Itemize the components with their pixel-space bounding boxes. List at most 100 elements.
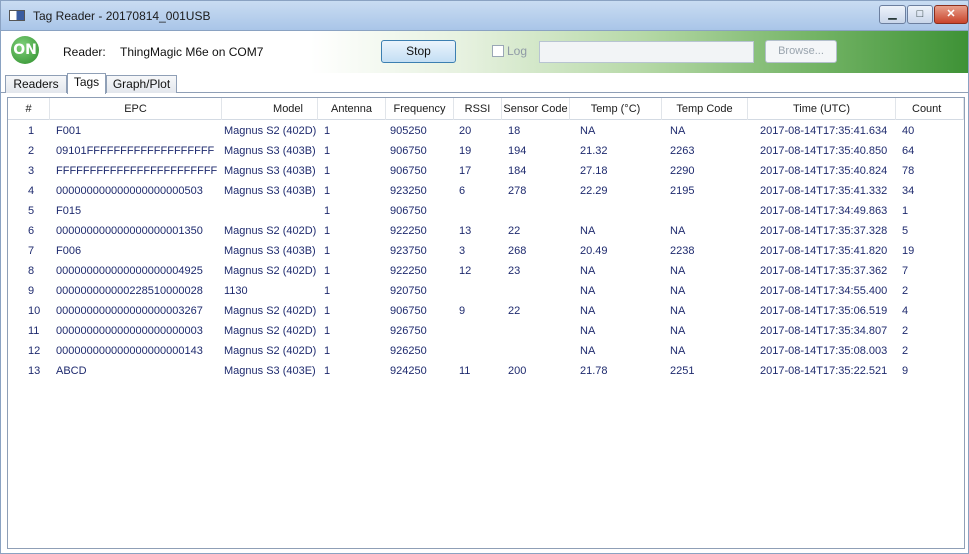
cell-antenna: 1 <box>324 165 331 177</box>
cell-antenna: 1 <box>324 285 331 297</box>
cell-epc: 000000000000000000004925 <box>56 265 203 277</box>
cell-rssi: 19 <box>459 145 472 157</box>
cell-temp-code: 2251 <box>670 365 695 377</box>
col-header-frequency[interactable]: Frequency <box>386 98 454 120</box>
cell-temp: NA <box>580 285 596 297</box>
cell-temp: 21.78 <box>580 365 608 377</box>
cell-epc: 000000000000000000000003 <box>56 325 203 337</box>
cell-index: 10 <box>28 305 41 317</box>
cell-epc: ABCD <box>56 365 87 377</box>
col-header-count[interactable]: Count <box>896 98 964 120</box>
cell-count: 78 <box>902 165 915 177</box>
tab-graph-plot[interactable]: Graph/Plot <box>106 75 177 93</box>
col-header-epc[interactable]: EPC <box>50 98 222 120</box>
cell-antenna: 1 <box>324 265 331 277</box>
cell-rssi <box>454 281 502 301</box>
tags-grid[interactable]: # EPC Model Antenna Frequency RSSI Senso… <box>7 97 965 549</box>
stop-button[interactable]: Stop <box>381 40 456 63</box>
cell-temp: NA <box>580 125 596 137</box>
cell-epc: F015 <box>56 205 82 217</box>
cell-sensor-code: 278 <box>508 185 527 197</box>
table-row[interactable]: 1 F001 Magnus S2 (402D) 1 905250 20 18 N… <box>8 121 964 141</box>
tab-tags[interactable]: Tags <box>67 73 106 94</box>
cell-temp: NA <box>580 345 596 357</box>
table-row[interactable]: 7 F006 Magnus S3 (403B) 1 923750 3 268 2… <box>8 241 964 261</box>
table-row[interactable]: 4 000000000000000000000503 Magnus S3 (40… <box>8 181 964 201</box>
cell-frequency: 906750 <box>390 165 427 177</box>
cell-frequency: 922250 <box>390 265 427 277</box>
cell-antenna: 1 <box>324 245 331 257</box>
cell-frequency: 922250 <box>390 225 427 237</box>
cell-count: 40 <box>902 125 915 137</box>
cell-time: 2017-08-14T17:35:34.807 <box>760 325 888 337</box>
cell-epc: 000000000000000000000143 <box>56 345 203 357</box>
table-row[interactable]: 6 000000000000000000001350 Magnus S2 (40… <box>8 221 964 241</box>
title-bar[interactable]: Tag Reader - 20170814_001USB ▁ □ ✕ <box>1 1 968 31</box>
cell-antenna: 1 <box>324 185 331 197</box>
grid-rows: 1 F001 Magnus S2 (402D) 1 905250 20 18 N… <box>8 121 964 381</box>
col-header-model[interactable]: Model <box>222 98 318 120</box>
close-button[interactable]: ✕ <box>934 5 968 24</box>
window-title: Tag Reader - 20170814_001USB <box>33 9 211 23</box>
cell-count: 7 <box>902 265 909 277</box>
table-row[interactable]: 12 000000000000000000000143 Magnus S2 (4… <box>8 341 964 361</box>
cell-temp: 20.49 <box>580 245 608 257</box>
table-row[interactable]: 11 000000000000000000000003 Magnus S2 (4… <box>8 321 964 341</box>
cell-time: 2017-08-14T17:35:08.003 <box>760 345 888 357</box>
reader-value: ThingMagic M6e on COM7 <box>120 45 264 59</box>
browse-button[interactable]: Browse... <box>765 40 837 63</box>
table-row[interactable]: 5 F015 1 906750 2017-08-14T17:34:49.863 … <box>8 201 964 221</box>
cell-model: Magnus S2 (402D) <box>224 345 317 357</box>
cell-temp-code: NA <box>670 325 686 337</box>
log-path-input[interactable] <box>539 41 754 63</box>
table-row[interactable]: 10 000000000000000000003267 Magnus S2 (4… <box>8 301 964 321</box>
cell-frequency: 906750 <box>390 145 427 157</box>
cell-temp-code: 2238 <box>670 245 695 257</box>
cell-rssi: 9 <box>459 305 466 317</box>
cell-antenna: 1 <box>324 225 331 237</box>
cell-temp-code: 2195 <box>670 185 695 197</box>
cell-sensor-code: 268 <box>508 245 527 257</box>
cell-rssi: 6 <box>459 185 466 197</box>
col-header-sensor-code[interactable]: Sensor Code <box>502 98 570 120</box>
tab-readers[interactable]: Readers <box>5 75 67 93</box>
cell-time: 2017-08-14T17:34:55.400 <box>760 285 888 297</box>
col-header-antenna[interactable]: Antenna <box>318 98 386 120</box>
table-row[interactable]: 8 000000000000000000004925 Magnus S2 (40… <box>8 261 964 281</box>
cell-sensor-code <box>502 321 570 341</box>
cell-sensor-code: 194 <box>508 145 527 157</box>
table-row[interactable]: 9 000000000000228510000028 1130 1 920750… <box>8 281 964 301</box>
app-icon <box>9 10 25 21</box>
cell-rssi: 12 <box>459 265 472 277</box>
cell-index: 1 <box>28 125 35 137</box>
maximize-button[interactable]: □ <box>907 5 933 24</box>
cell-model: Magnus S2 (402D) <box>224 225 317 237</box>
table-row[interactable]: 2 09101FFFFFFFFFFFFFFFFFFF Magnus S3 (40… <box>8 141 964 161</box>
cell-model <box>222 201 318 221</box>
cell-temp-code: NA <box>670 265 686 277</box>
col-header-time[interactable]: Time (UTC) <box>748 98 896 120</box>
cell-antenna: 1 <box>324 325 331 337</box>
table-row[interactable]: 3 FFFFFFFFFFFFFFFFFFFFFFFF Magnus S3 (40… <box>8 161 964 181</box>
cell-model: Magnus S3 (403E) <box>224 365 316 377</box>
minimize-button[interactable]: ▁ <box>879 5 906 24</box>
cell-time: 2017-08-14T17:35:41.820 <box>760 245 888 257</box>
col-header-temp[interactable]: Temp (°C) <box>570 98 662 120</box>
cell-antenna: 1 <box>324 365 331 377</box>
cell-antenna: 1 <box>324 205 331 217</box>
col-header-temp-code[interactable]: Temp Code <box>662 98 748 120</box>
cell-model: Magnus S3 (403B) <box>224 185 316 197</box>
cell-sensor-code <box>502 341 570 361</box>
table-row[interactable]: 13 ABCD Magnus S3 (403E) 1 924250 11 200… <box>8 361 964 381</box>
cell-temp-code: 2290 <box>670 165 695 177</box>
cell-index: 7 <box>28 245 35 257</box>
cell-rssi <box>454 341 502 361</box>
cell-sensor-code: 200 <box>508 365 527 377</box>
col-header-rssi[interactable]: RSSI <box>454 98 502 120</box>
cell-temp-code <box>662 201 748 221</box>
cell-sensor-code: 23 <box>508 265 521 277</box>
log-checkbox[interactable] <box>492 45 504 57</box>
col-header-index[interactable]: # <box>8 98 50 120</box>
cell-temp: NA <box>580 325 596 337</box>
cell-frequency: 924250 <box>390 365 427 377</box>
